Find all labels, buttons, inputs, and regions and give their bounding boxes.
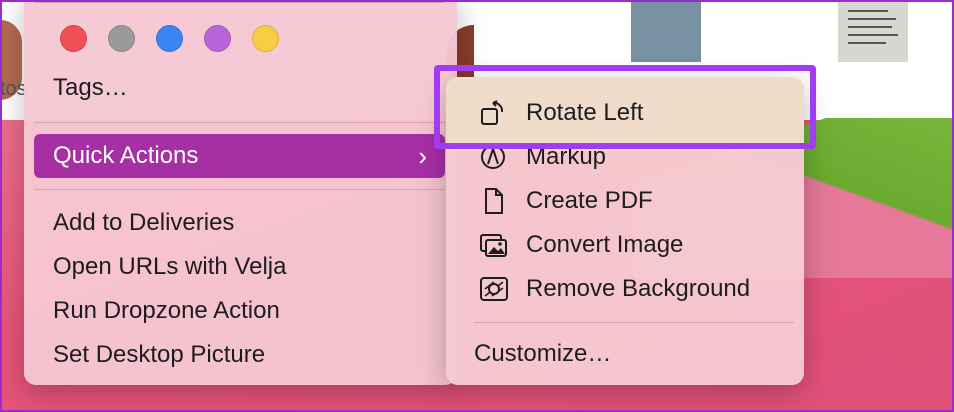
submenu-item-label: Create PDF	[526, 187, 653, 214]
menu-separator	[474, 322, 794, 323]
highlight-annotation-box	[434, 65, 816, 149]
menu-separator	[34, 189, 445, 190]
submenu-item-customize[interactable]: Customize…	[474, 334, 611, 374]
menu-item-open-urls-velja[interactable]: Open URLs with Velja	[34, 247, 445, 287]
submenu-item-convert-image[interactable]: Convert Image	[446, 225, 804, 265]
menu-separator	[34, 122, 445, 123]
submenu-item-label: Remove Background	[526, 275, 751, 302]
menu-item-add-to-deliveries[interactable]: Add to Deliveries	[34, 203, 445, 243]
tag-color-gray[interactable]	[108, 25, 135, 52]
menu-separator	[34, 2, 445, 3]
chevron-right-icon: ›	[418, 141, 427, 171]
tag-color-blue[interactable]	[156, 25, 183, 52]
menu-item-quick-actions[interactable]: Quick Actions ›	[34, 134, 445, 178]
document-icon	[485, 188, 503, 214]
document-thumbnail[interactable]	[631, 0, 701, 62]
file-label-partial: tos	[0, 78, 27, 100]
menu-item-set-desktop-picture[interactable]: Set Desktop Picture	[34, 335, 445, 375]
tag-color-purple[interactable]	[204, 25, 231, 52]
menu-item-label: Quick Actions	[53, 142, 199, 169]
menu-item-run-dropzone[interactable]: Run Dropzone Action	[34, 291, 445, 331]
submenu-item-create-pdf[interactable]: Create PDF	[446, 181, 804, 221]
photos-icon	[480, 234, 507, 257]
menu-item-tags[interactable]: Tags…	[34, 68, 445, 108]
remove-background-icon	[480, 277, 508, 301]
tag-color-red[interactable]	[60, 25, 87, 52]
document-thumbnail[interactable]	[838, 0, 908, 62]
tag-color-yellow[interactable]	[252, 25, 279, 52]
submenu-item-remove-background[interactable]: Remove Background	[446, 269, 804, 309]
context-menu: Tags… Quick Actions › Add to Deliveries …	[24, 0, 457, 385]
submenu-item-label: Convert Image	[526, 231, 684, 258]
